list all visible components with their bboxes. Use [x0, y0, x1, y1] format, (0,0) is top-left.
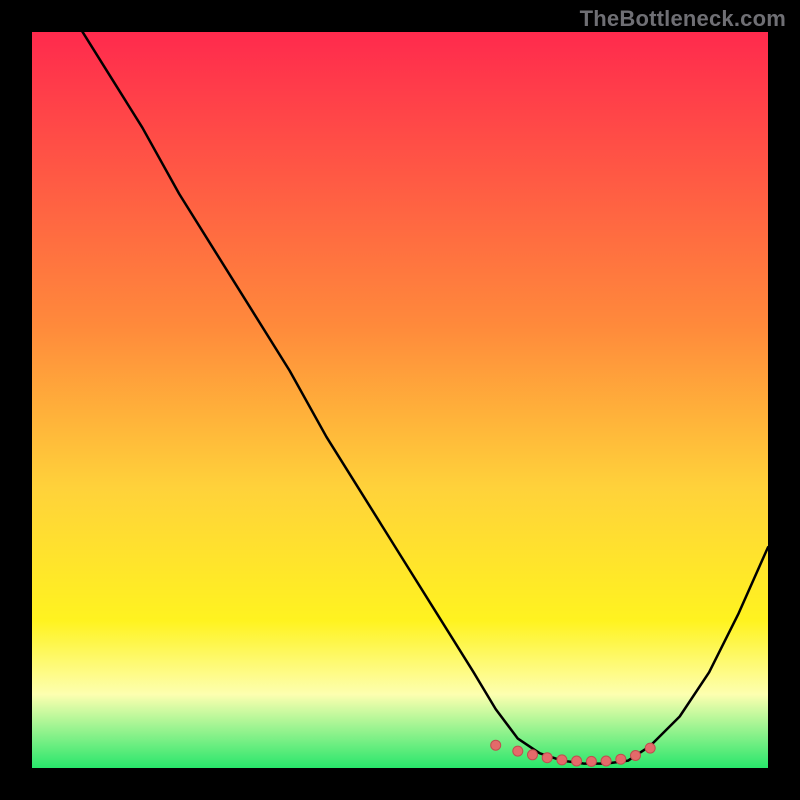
marker-point [513, 746, 523, 756]
marker-point [586, 756, 596, 766]
chart-frame: TheBottleneck.com [0, 0, 800, 800]
marker-point [572, 756, 582, 766]
marker-point [616, 754, 626, 764]
marker-point [557, 755, 567, 765]
marker-point [631, 751, 641, 761]
marker-point [601, 756, 611, 766]
marker-point [542, 753, 552, 763]
gradient-background [32, 32, 768, 768]
marker-point [491, 740, 501, 750]
marker-point [645, 743, 655, 753]
marker-point [528, 750, 538, 760]
watermark-text: TheBottleneck.com [580, 6, 786, 32]
bottleneck-chart [32, 32, 768, 768]
